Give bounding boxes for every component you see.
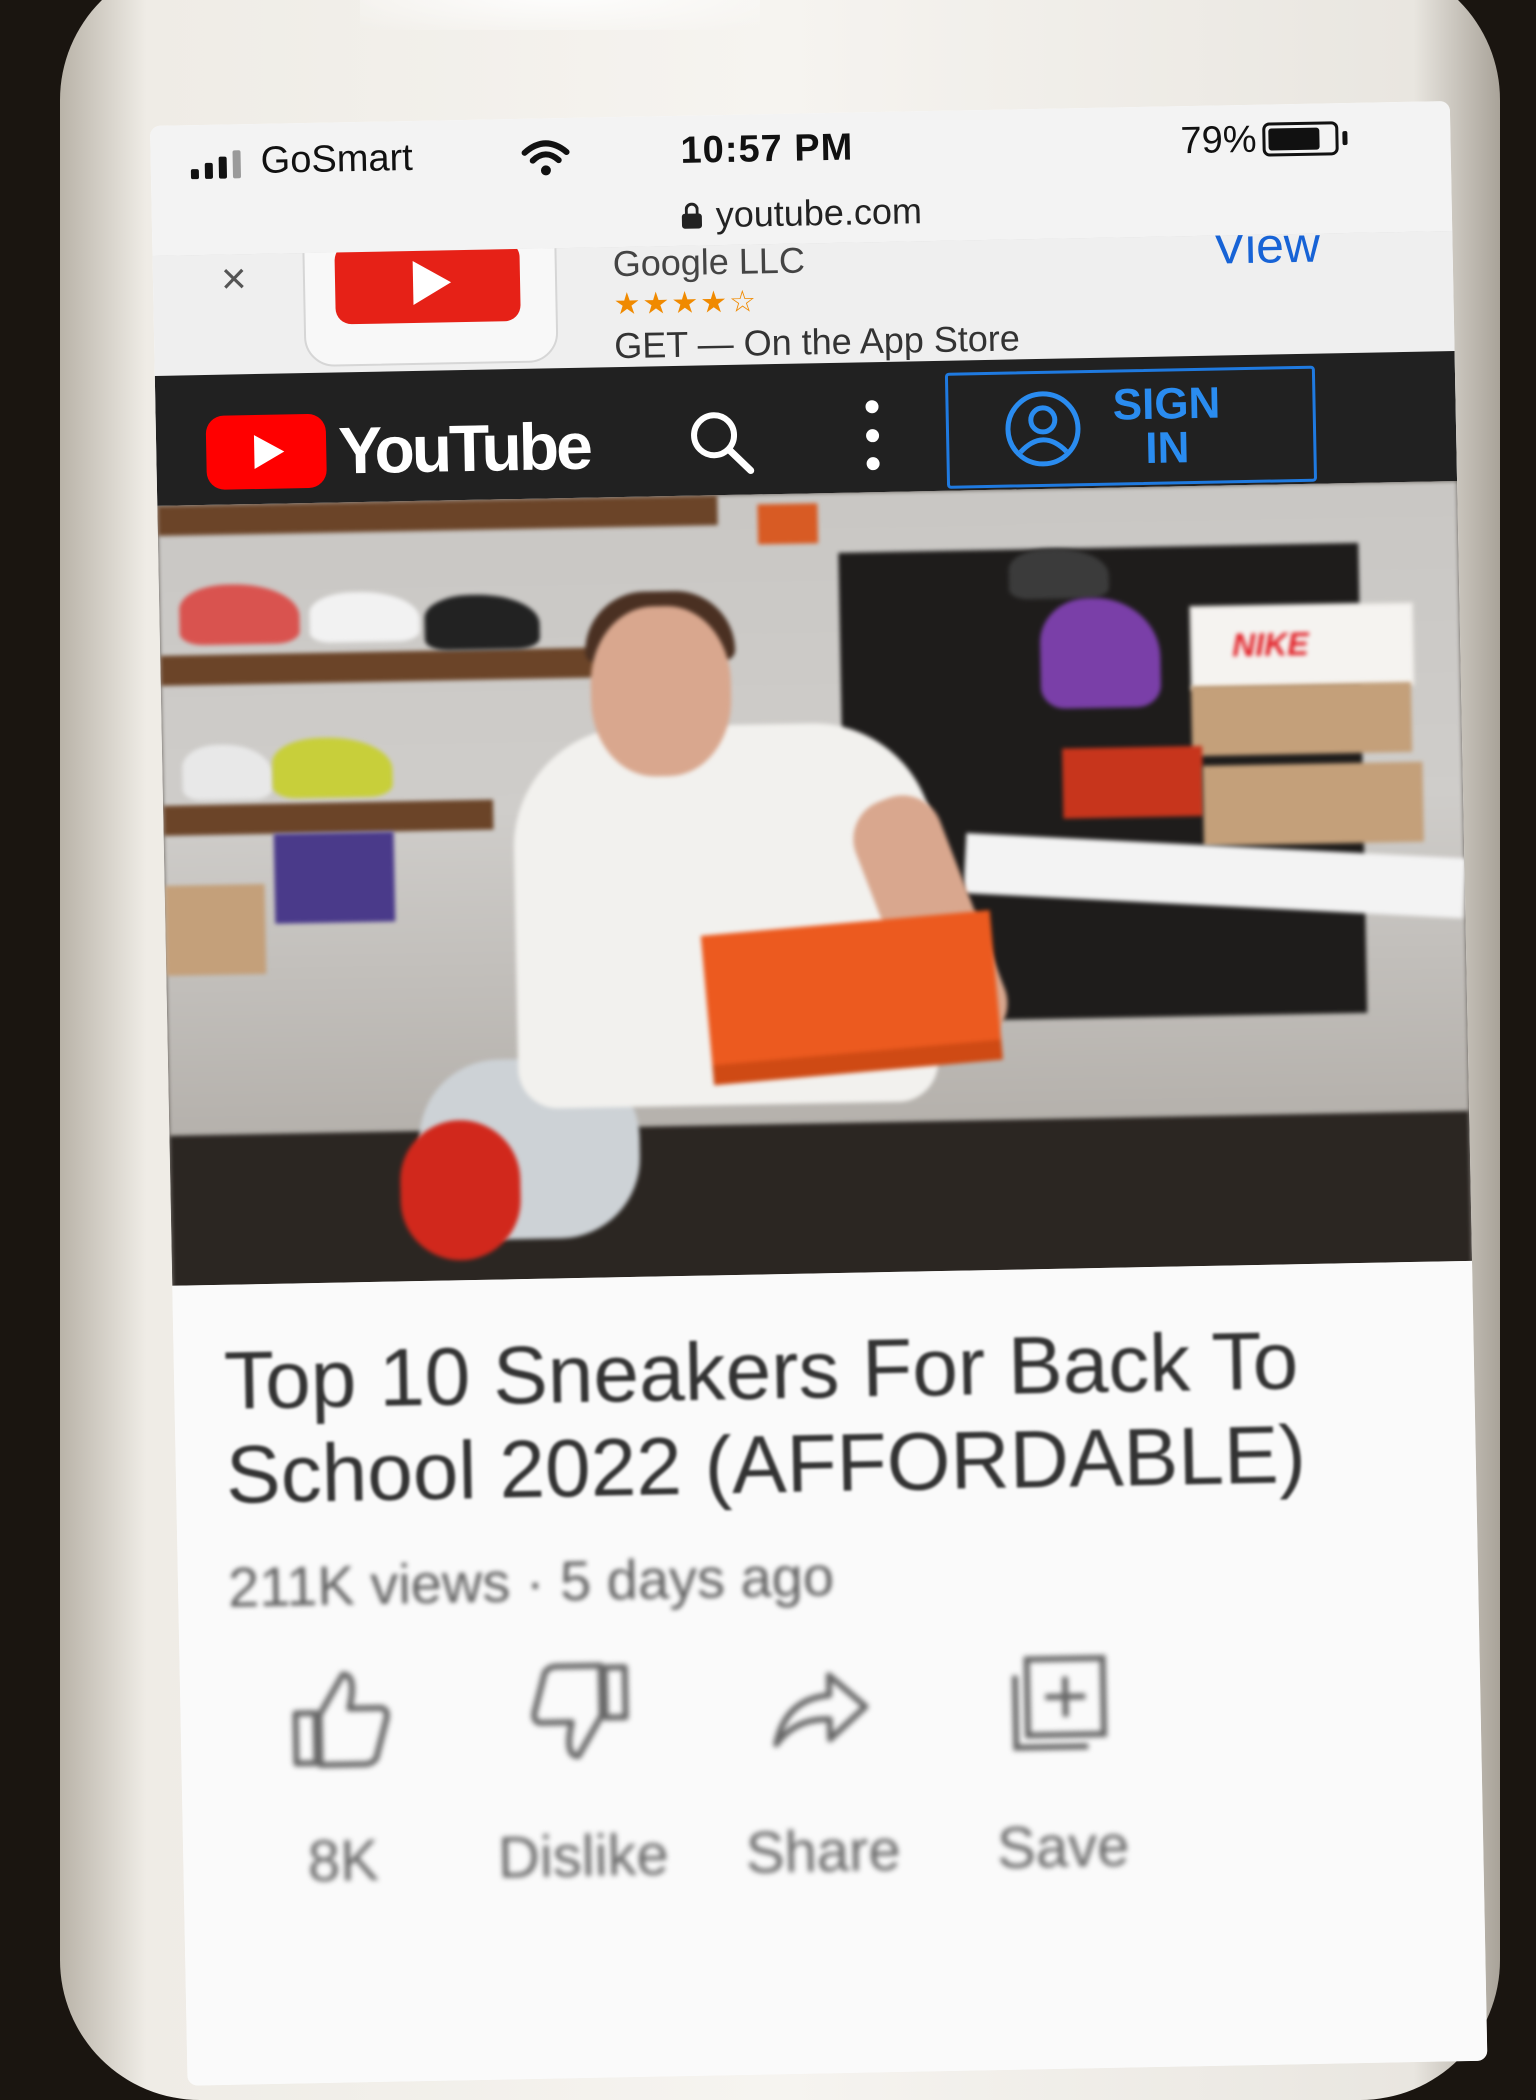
share-button[interactable]: Share — [719, 1652, 923, 1888]
thumbs-up-icon — [292, 1671, 390, 1769]
youtube-logo[interactable]: YouTube — [205, 408, 591, 491]
battery-cap — [1342, 131, 1348, 146]
save-label: Save — [996, 1813, 1130, 1882]
search-icon[interactable] — [686, 406, 757, 477]
light-glare — [360, 0, 760, 30]
youtube-logo-text: YouTube — [337, 408, 591, 488]
banner-close-button[interactable]: × — [220, 254, 247, 304]
video-info: Top 10 Sneakers For Back To School 2022 … — [172, 1260, 1488, 2086]
share-label: Share — [745, 1817, 902, 1886]
app-rating-stars: ★★★★☆ — [613, 285, 759, 322]
url-domain: youtube.com — [715, 190, 923, 236]
account-icon — [1005, 391, 1081, 467]
dislike-label: Dislike — [497, 1822, 670, 1891]
battery-icon — [1262, 121, 1339, 157]
like-count: 8K — [307, 1827, 380, 1895]
video-player[interactable]: NIKE — [157, 480, 1473, 1286]
signal-strength-icon — [190, 148, 242, 180]
orange-shoe-box — [700, 910, 1003, 1086]
dislike-button[interactable]: Dislike — [480, 1656, 684, 1892]
floor — [169, 1110, 1473, 1286]
app-developer: Google LLC — [612, 239, 806, 285]
wifi-icon — [521, 140, 570, 176]
youtube-header: YouTube SIGN IN — [154, 350, 1458, 506]
battery-percentage: 79% — [1180, 118, 1257, 163]
person-head — [589, 604, 733, 778]
youtube-app-icon — [301, 231, 559, 368]
video-title[interactable]: Top 10 Sneakers For Back To School 2022 … — [223, 1314, 1326, 1524]
shoe-box — [273, 831, 396, 924]
lock-icon — [682, 202, 702, 228]
save-button[interactable]: Save — [959, 1647, 1163, 1883]
cardboard-box — [1190, 681, 1413, 757]
shoe-box — [757, 503, 819, 545]
phone-screen: GoSmart 10:57 PM 79% youtube.com × Googl… — [150, 101, 1488, 2086]
status-time: 10:57 PM — [680, 126, 854, 172]
cardboard-box — [1202, 761, 1424, 846]
sign-in-label: SIGN IN — [1112, 378, 1221, 473]
cardboard-box — [164, 883, 267, 976]
nike-logo-text: NIKE — [1231, 625, 1309, 664]
more-options-icon[interactable] — [865, 400, 882, 471]
banner-view-button[interactable]: View — [1212, 231, 1321, 276]
chair-base — [399, 1119, 522, 1262]
carrier-name: GoSmart — [260, 136, 414, 182]
shoe-box — [1062, 745, 1204, 819]
sign-in-button[interactable]: SIGN IN — [944, 365, 1318, 489]
save-icon — [1011, 1654, 1108, 1751]
play-icon — [334, 240, 521, 325]
video-actions: 8K Dislike Share Save — [180, 1641, 1486, 1986]
nike-shoe-box: NIKE — [1189, 601, 1415, 691]
youtube-play-icon — [205, 413, 327, 490]
share-icon — [773, 1672, 869, 1748]
thumbs-down-icon — [531, 1662, 629, 1760]
like-button[interactable]: 8K — [240, 1661, 444, 1897]
shelf — [163, 799, 494, 836]
video-views-date: 211K views · 5 days ago — [227, 1544, 835, 1619]
